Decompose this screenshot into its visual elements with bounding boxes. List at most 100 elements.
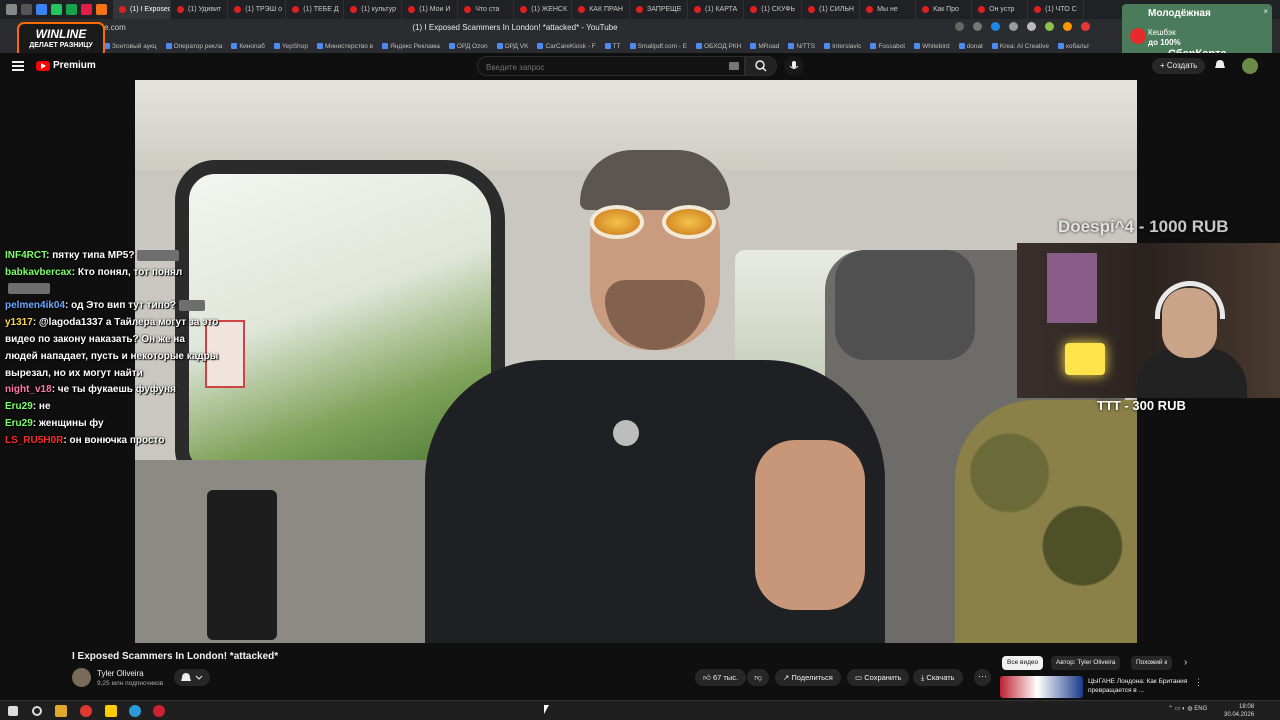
browser-tab[interactable]: ЗАПРЕЩЕ (630, 0, 688, 19)
bookmark-item[interactable]: ОРД VK (496, 42, 529, 50)
extension-icon[interactable] (1063, 22, 1072, 31)
bookmark-item[interactable]: Fossabot (870, 43, 905, 50)
search-box[interactable] (477, 56, 745, 76)
bookmark-item[interactable]: N/TTS (788, 43, 815, 50)
bookmark-item[interactable]: кобальт (1058, 43, 1089, 50)
bookmark-item[interactable]: CarCareKiosk - F (537, 43, 596, 50)
file-explorer-icon[interactable] (55, 705, 67, 717)
bookmark-item[interactable]: MRoad (750, 43, 779, 50)
bookmark-item[interactable]: Whitebird (914, 43, 950, 50)
bookmark-item[interactable]: Министерство в (317, 43, 373, 50)
browser-tab[interactable]: (1) ТРЭШ о (228, 0, 287, 19)
chip-all-videos[interactable]: Все видео (1002, 656, 1044, 670)
bookmark-item[interactable]: Кинопаб (231, 42, 265, 50)
browser-tab[interactable]: (1) СКУФЬ (744, 0, 803, 19)
bookmark-item[interactable]: Зонтовый аукц (104, 43, 157, 50)
dislike-button[interactable]: 👎︎ (747, 669, 769, 686)
more-icon[interactable] (955, 22, 964, 31)
browser-tab[interactable]: (1) I Exposed (113, 0, 171, 19)
clock[interactable]: 18:08 30.04.2026 (1224, 703, 1254, 719)
app-icon[interactable] (105, 705, 117, 717)
app-icon[interactable] (153, 705, 165, 717)
chat-text: пятку типа MP5? (52, 250, 135, 261)
browser-tab[interactable]: (1) Удивит (171, 0, 229, 19)
bookmark-item[interactable]: ОРД Ozon (448, 43, 488, 50)
browser-tab[interactable]: Что ста (458, 0, 515, 19)
headset-icon (1155, 281, 1225, 319)
bookmark-item[interactable]: TT (604, 43, 621, 50)
search-icon[interactable] (32, 706, 42, 716)
like-button[interactable]: 👍︎ 67 тыс. (695, 669, 747, 686)
extension-icon[interactable] (1027, 22, 1036, 31)
extension-icon[interactable] (1045, 22, 1054, 31)
bookmark-label: ОРД VK (504, 42, 529, 50)
search-button[interactable] (745, 56, 777, 76)
extension-icon[interactable] (991, 22, 1000, 31)
browser-tab[interactable]: (1) ТЕБЕ Д (286, 0, 345, 19)
tab-list-icon[interactable] (21, 4, 32, 15)
voice-search-button[interactable] (784, 56, 804, 76)
bookmark-item[interactable]: Interslavic (824, 43, 861, 50)
browser-tab[interactable]: (1) СИЛЬН (802, 0, 861, 19)
browser-tab[interactable]: Он устр (972, 0, 1029, 19)
browser-tab[interactable]: (1) ЧТО С (1028, 0, 1085, 19)
account-avatar[interactable] (1242, 58, 1258, 74)
bookmark-favicon-icon (165, 43, 172, 49)
thumbs-down-icon: 👎︎ (754, 673, 762, 682)
pinned-tab-2[interactable] (51, 4, 62, 15)
system-tray[interactable]: ⌃ ▭ ◐ ◍ ENG (1168, 705, 1207, 712)
browser-tab[interactable]: (1) Мои И (402, 0, 459, 19)
telegram-icon[interactable] (129, 705, 141, 717)
share-button[interactable]: ↗ Поделиться (775, 669, 841, 686)
bookmark-star-icon[interactable] (973, 22, 982, 31)
browser-tab[interactable]: (1) культур (344, 0, 403, 19)
bookmark-favicon-icon (1058, 43, 1065, 49)
browser-tab[interactable]: КАК ПРАН (572, 0, 630, 19)
browser-tab[interactable]: Мы не (860, 0, 917, 19)
language-indicator[interactable]: ENG (1194, 706, 1207, 712)
bookmark-item[interactable]: YepShop (273, 43, 308, 50)
recommended-thumbnail[interactable] (1000, 676, 1083, 698)
menu-icon[interactable] (12, 61, 24, 71)
notifications-bell-icon[interactable] (1214, 59, 1226, 71)
create-button[interactable]: + Создать (1152, 58, 1206, 74)
chip-related[interactable]: Похожий к (1131, 656, 1173, 670)
chevron-right-icon[interactable]: › (1184, 657, 1187, 668)
browser-tab[interactable]: Как Про (916, 0, 973, 19)
pinned-tab-3[interactable] (66, 4, 77, 15)
bookmark-item[interactable]: Krea: AI Creative (991, 43, 1049, 50)
channel-name[interactable]: Tyler Oliveira (97, 669, 144, 678)
youtube-logo[interactable]: Premium (36, 60, 96, 71)
bookmark-item[interactable]: donat (958, 43, 983, 50)
video-player[interactable] (135, 80, 1137, 643)
pinned-tab-5[interactable] (96, 4, 107, 15)
search-input[interactable] (486, 63, 716, 72)
extension-icon[interactable] (1009, 22, 1018, 31)
subscription-bell-button[interactable] (174, 669, 210, 686)
extension-icon[interactable] (1081, 22, 1090, 31)
channel-avatar[interactable] (72, 668, 91, 687)
browser-menu-icon[interactable] (6, 4, 17, 15)
yandex-browser-icon[interactable] (80, 705, 92, 717)
browser-tab[interactable]: (1) ЖЕНСК (514, 0, 573, 19)
chip-from-author[interactable]: Автор: Tyler Oliveira (1051, 656, 1121, 670)
recommended-more-icon[interactable]: ⋮ (1194, 677, 1203, 688)
bookmark-item[interactable]: ОБХОД РКН (696, 43, 741, 50)
browser-tab[interactable]: (1) КАРТА (688, 0, 745, 19)
keyboard-icon[interactable] (729, 62, 739, 70)
bookmark-item[interactable]: Smallpdf.com - E (629, 43, 687, 50)
windows-start-icon[interactable] (8, 706, 18, 716)
bookmark-label: Кинопаб (239, 42, 265, 50)
bookmark-item[interactable]: Оператор рекла (165, 43, 222, 50)
bookmark-item[interactable]: Яндекс Реклама (382, 43, 440, 50)
pinned-tab-1[interactable] (36, 4, 47, 15)
bookmark-favicon-icon (448, 43, 455, 49)
pinned-tab-4[interactable] (81, 4, 92, 15)
address-bar[interactable]: e.com (1) I Exposed Scammers In London! … (0, 19, 1280, 39)
sber-logo-icon (1130, 28, 1146, 44)
recommended-title[interactable]: ЦЫГАНЕ Лондона: Как Британия превращаетс… (1088, 677, 1188, 695)
save-button[interactable]: ▭ Сохранить (847, 669, 910, 686)
download-button[interactable]: ⤓ Скачать (913, 669, 963, 686)
more-actions-button[interactable]: ··· (974, 669, 991, 686)
close-icon[interactable]: × (1263, 7, 1268, 16)
